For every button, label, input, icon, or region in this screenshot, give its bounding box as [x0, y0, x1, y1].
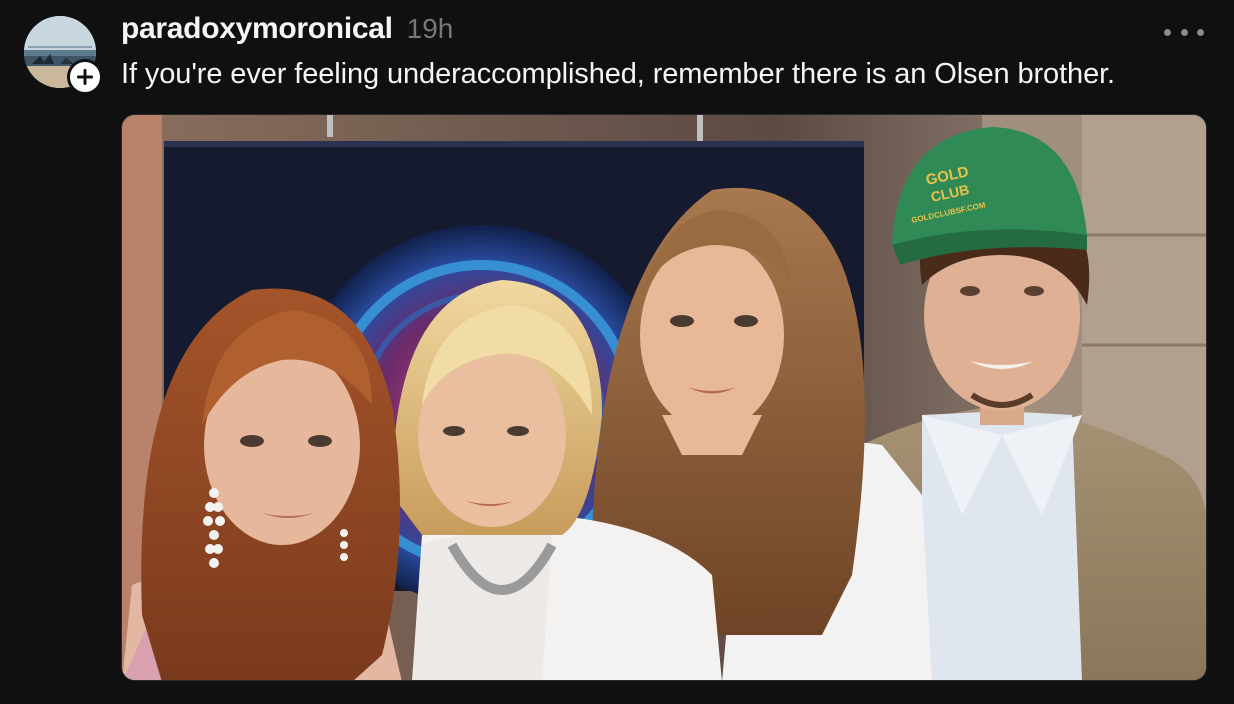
avatar-container[interactable]	[24, 16, 103, 95]
more-horizontal-icon-dot	[1180, 28, 1188, 36]
thread-post: paradoxymoronical 19h If you're ever fee…	[0, 0, 1234, 704]
photo-illustration: GOLD CLUB GOLDCLUBSF.COM	[122, 115, 1206, 680]
post-header: paradoxymoronical 19h	[121, 12, 453, 46]
post-text: If you're ever feeling underaccomplished…	[121, 58, 1116, 90]
more-horizontal-icon-dot	[1164, 28, 1171, 36]
username-link[interactable]: paradoxymoronical	[121, 12, 393, 46]
more-options-button[interactable]	[1164, 18, 1204, 46]
post-image[interactable]: GOLD CLUB GOLDCLUBSF.COM	[121, 114, 1207, 681]
follow-button[interactable]	[67, 59, 103, 95]
plus-icon	[77, 69, 93, 85]
post-timestamp: 19h	[406, 13, 454, 44]
more-horizontal-icon-dot	[1197, 28, 1204, 36]
